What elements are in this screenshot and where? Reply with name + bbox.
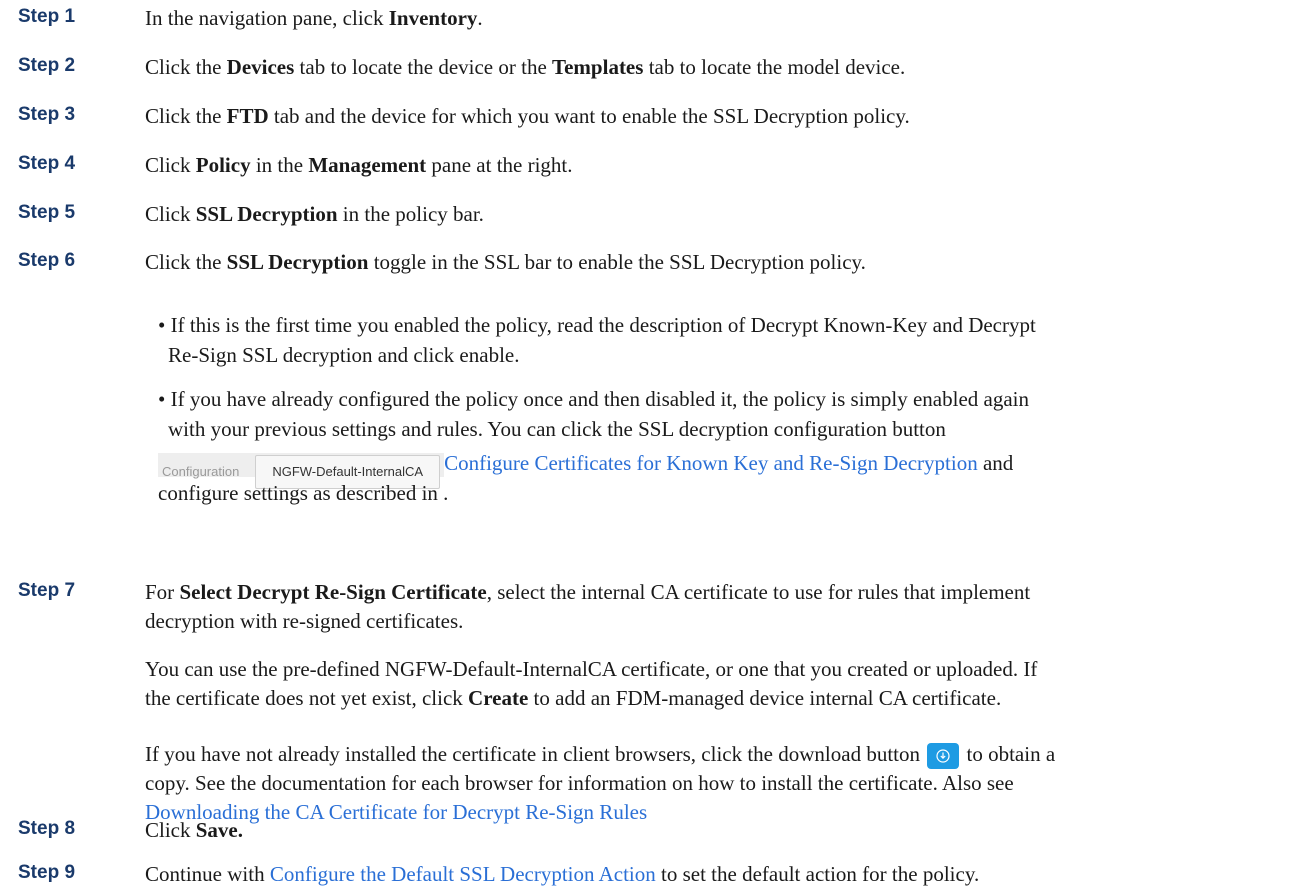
step-9-text: Continue with Configure the Default SSL … [145, 862, 980, 886]
step-7-text: For Select Decrypt Re-Sign Certificate, … [145, 580, 1031, 604]
step-3-label: Step 3 [18, 104, 76, 125]
step-9-label: Step 9 [18, 862, 76, 883]
step-2-label: Step 2 [18, 55, 76, 76]
step-7-text-line2: decryption with re-signed certificates. [145, 609, 464, 633]
step-4-label: Step 4 [18, 153, 76, 174]
download-button[interactable] [927, 743, 960, 770]
step-7-para-2-line2: copy. See the documentation for each bro… [145, 771, 1014, 795]
step-8-label: Step 8 [18, 818, 76, 839]
configuration-label: Configuration [162, 464, 240, 480]
download-icon [936, 749, 950, 763]
step-7-para-1: You can use the pre-defined NGFW-Default… [145, 657, 1038, 681]
step-6-bullet-2: • If you have already configured the pol… [158, 387, 1030, 505]
step-7-para-1-line2: the certificate does not yet exist, clic… [145, 686, 1002, 710]
step-6-label: Step 6 [18, 250, 76, 271]
step-7-label: Step 7 [18, 580, 76, 601]
configure-certificates-link[interactable]: Configure Certificates for Known Key and… [444, 451, 978, 475]
step-2-text: Click the Devices tab to locate the devi… [145, 55, 906, 79]
step-6-text: Click the SSL Decryption toggle in the S… [145, 250, 866, 274]
step-6-bullet-1: • If this is the first time you enabled … [158, 313, 1036, 367]
ssl-configuration-button[interactable]: Configuration NGFW-Default-InternalCA [158, 453, 445, 490]
step-3-text: Click the FTD tab and the device for whi… [145, 104, 910, 128]
step-7-para-2: If you have not already installed the ce… [145, 740, 1055, 770]
step-5-text: Click SSL Decryption in the policy bar. [145, 202, 484, 226]
step-5-label: Step 5 [18, 202, 76, 223]
step-8-text: Click Save. [145, 818, 243, 842]
step-1-text: In the navigation pane, click Inventory. [145, 6, 483, 30]
step-1-label: Step 1 [18, 6, 76, 27]
configure-default-action-link[interactable]: Configure the Default SSL Decryption Act… [270, 862, 656, 886]
step-4-text: Click Policy in the Management pane at t… [145, 153, 573, 177]
